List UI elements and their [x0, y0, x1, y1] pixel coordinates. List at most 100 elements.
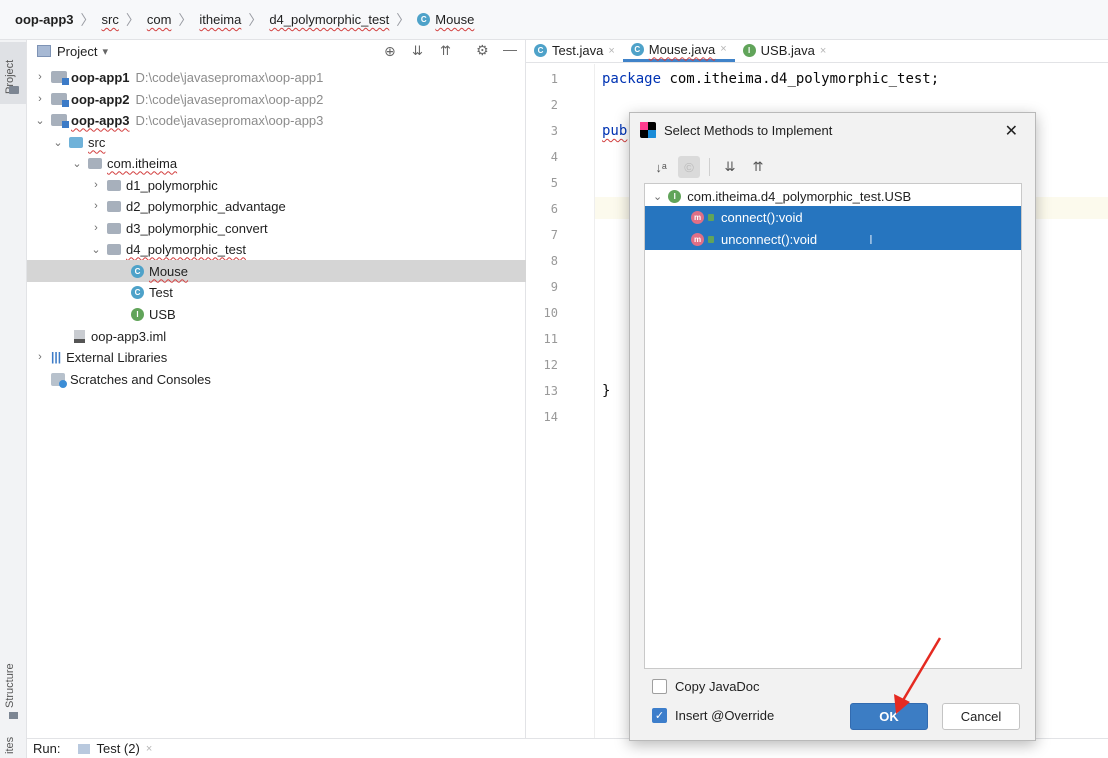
- method-icon: m: [691, 232, 704, 246]
- close-icon[interactable]: ✕: [1005, 121, 1018, 141]
- breadcrumb: oop-app3 〉 src 〉 com 〉 itheima 〉 d4_poly…: [0, 0, 1108, 40]
- cancel-button[interactable]: Cancel: [942, 703, 1020, 730]
- chevron-down-icon[interactable]: ⌄: [653, 190, 662, 203]
- code-text: }: [602, 383, 611, 399]
- sort-alphabetically-icon[interactable]: ↓ᵃ: [650, 156, 672, 178]
- close-icon[interactable]: ×: [146, 743, 152, 755]
- insert-override-option[interactable]: ✓ Insert @Override: [652, 708, 774, 723]
- module-icon: [51, 93, 69, 107]
- close-icon[interactable]: ×: [608, 45, 614, 57]
- package-icon: [88, 157, 102, 169]
- tab-test-java[interactable]: C Test.java ×: [526, 39, 623, 62]
- run-tab-label[interactable]: Test (2): [96, 741, 139, 756]
- line-number: 13: [543, 384, 558, 398]
- tree-item-path: D:\code\javasepromax\oop-app1: [135, 69, 324, 85]
- run-tool-bar: Run: Test (2) ×: [27, 738, 1108, 758]
- tab-usb-java[interactable]: I USB.java ×: [735, 39, 835, 62]
- dialog-title: Select Methods to Implement: [664, 122, 833, 138]
- copy-javadoc-checkbox[interactable]: [652, 679, 667, 694]
- tree-item-label: oop-app2: [71, 91, 130, 107]
- insert-override-label: Insert @Override: [675, 708, 775, 723]
- line-number: 4: [550, 150, 558, 164]
- tree-item-scratches[interactable]: Scratches and Consoles: [27, 368, 526, 390]
- annotation-arrow-icon: [894, 637, 942, 714]
- breadcrumb-com[interactable]: com: [147, 12, 172, 27]
- close-icon[interactable]: ×: [820, 45, 826, 57]
- breadcrumb-package[interactable]: d4_polymorphic_test: [269, 12, 389, 27]
- expand-all-icon[interactable]: ⇊: [412, 43, 423, 59]
- project-tool-tab[interactable]: Project: [0, 42, 26, 104]
- method-tree: ⌄ I com.itheima.d4_polymorphic_test.USB …: [644, 183, 1022, 669]
- chevron-down-icon[interactable]: ⌄: [70, 157, 84, 170]
- chevron-right-icon[interactable]: ›: [89, 200, 103, 212]
- module-icon: [51, 71, 69, 85]
- close-icon[interactable]: ×: [720, 43, 726, 55]
- tab-mouse-java[interactable]: C Mouse.java ×: [622, 39, 735, 62]
- annotation-arrow-head: [894, 694, 910, 714]
- intellij-logo-icon: [640, 122, 656, 138]
- tree-item-label: Scratches and Consoles: [70, 371, 211, 387]
- collapse-all-icon[interactable]: ⇈: [747, 156, 769, 178]
- tree-item-src[interactable]: ⌄ src: [27, 131, 526, 153]
- tree-item-d4[interactable]: ⌄ d4_polymorphic_test: [27, 238, 526, 260]
- tree-item-iml[interactable]: oop-app3.iml: [27, 325, 526, 347]
- insert-override-checkbox[interactable]: ✓: [652, 708, 667, 723]
- breadcrumb-src[interactable]: src: [102, 12, 119, 27]
- expand-all-icon[interactable]: ⇊: [719, 156, 741, 178]
- package-icon: [107, 179, 121, 191]
- text-cursor-icon: I: [869, 231, 873, 247]
- folder-icon: [9, 86, 19, 94]
- show-classes-icon[interactable]: ©: [678, 156, 700, 178]
- tree-item-com-itheima[interactable]: ⌄ com.itheima: [27, 152, 526, 174]
- interface-icon: I: [131, 307, 144, 321]
- gear-icon[interactable]: ⚙: [476, 42, 489, 59]
- code-keyword: pub: [602, 123, 628, 139]
- structure-tool-tab[interactable]: Structure: [0, 650, 26, 720]
- breadcrumb-itheima[interactable]: itheima: [199, 12, 241, 27]
- chevron-right-icon[interactable]: ›: [33, 93, 47, 105]
- code-line-1: package com.itheima.d4_polymorphic_test;: [602, 71, 939, 87]
- tree-item-oop-app1[interactable]: › oop-app1 D:\code\javasepromax\oop-app1: [27, 66, 526, 88]
- chevron-right-icon[interactable]: ›: [89, 179, 103, 191]
- project-panel: Project ▾ ⊕ ⇊ ⇈ ⚙ — › oop-app1 D:\code\j…: [27, 40, 526, 738]
- package-icon: [107, 200, 121, 212]
- structure-tab-label: Structure: [4, 663, 16, 708]
- target-icon[interactable]: ⊕: [384, 43, 396, 60]
- code-line-13: }: [602, 383, 610, 399]
- project-panel-title[interactable]: Project: [57, 44, 97, 59]
- line-number: 10: [543, 306, 558, 320]
- line-number: 14: [543, 410, 558, 424]
- chevron-down-icon[interactable]: ▾: [102, 45, 108, 58]
- minimize-icon[interactable]: —: [503, 41, 517, 57]
- chevron-down-icon[interactable]: ⌄: [51, 136, 65, 149]
- chevron-right-icon[interactable]: ›: [89, 222, 103, 234]
- chevron-down-icon[interactable]: ⌄: [33, 114, 47, 127]
- tree-item-d3[interactable]: › d3_polymorphic_convert: [27, 217, 526, 239]
- breadcrumb-project[interactable]: oop-app3: [15, 12, 74, 27]
- toolbar-divider: [709, 158, 710, 176]
- select-methods-dialog: Select Methods to Implement ✕ ↓ᵃ © ⇊ ⇈ ⌄…: [629, 112, 1036, 741]
- tree-item-path: D:\code\javasepromax\oop-app3: [135, 112, 324, 128]
- chevron-down-icon[interactable]: ⌄: [89, 243, 103, 256]
- tree-item-d2[interactable]: › d2_polymorphic_advantage: [27, 195, 526, 217]
- tree-item-external-libraries[interactable]: › ||| External Libraries: [27, 346, 526, 368]
- copy-javadoc-option[interactable]: Copy JavaDoc: [652, 679, 760, 694]
- tree-item-usb[interactable]: I USB: [27, 303, 526, 325]
- tree-item-oop-app2[interactable]: › oop-app2 D:\code\javasepromax\oop-app2: [27, 88, 526, 110]
- breadcrumb-class[interactable]: Mouse: [435, 12, 474, 27]
- method-item-unconnect[interactable]: m unconnect():void I: [645, 228, 1021, 250]
- method-item-connect[interactable]: m connect():void: [645, 206, 1021, 228]
- tree-item-label: USB: [149, 306, 176, 322]
- chevron-right-icon[interactable]: ›: [33, 351, 47, 363]
- tree-item-oop-app3[interactable]: ⌄ oop-app3 D:\code\javasepromax\oop-app3: [27, 109, 526, 131]
- tree-item-d1[interactable]: › d1_polymorphic: [27, 174, 526, 196]
- interface-node[interactable]: ⌄ I com.itheima.d4_polymorphic_test.USB: [645, 185, 1021, 207]
- favorites-tool-tab[interactable]: ites: [0, 730, 26, 758]
- library-icon: |||: [51, 350, 62, 364]
- tree-item-test[interactable]: C Test: [27, 281, 526, 303]
- tree-item-mouse[interactable]: C Mouse: [27, 260, 526, 282]
- chevron-right-icon[interactable]: ›: [33, 71, 47, 83]
- package-icon: [107, 243, 121, 255]
- collapse-all-icon[interactable]: ⇈: [440, 43, 451, 59]
- tree-item-label: src: [88, 134, 106, 150]
